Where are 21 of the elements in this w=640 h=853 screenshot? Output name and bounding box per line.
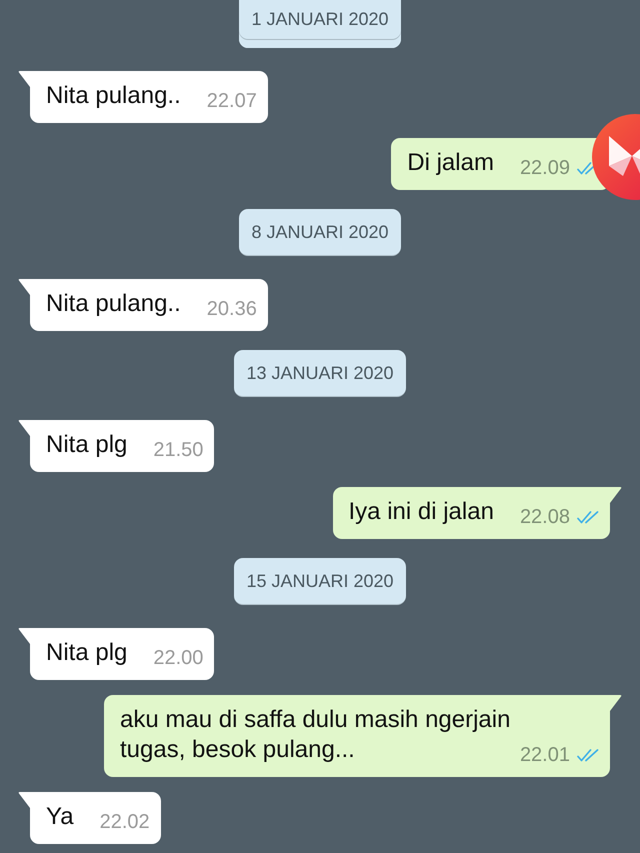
message-time: 22.07: [206, 90, 257, 112]
message-text: Iya ini di jalan: [348, 498, 494, 525]
message-time: 22.01: [520, 744, 570, 766]
message-text: Nita pulang..: [46, 82, 181, 109]
date-chip: 8 JANUARI 2020: [239, 209, 401, 256]
message-text: aku mau di saffa dulu masih ngerjain tugas, besok pulang...: [120, 706, 510, 763]
message-text: Ya: [46, 803, 74, 830]
date-chip: 13 JANUARI 2020: [234, 350, 406, 397]
message-time: 22.08: [520, 506, 570, 528]
message-text: Di jalam: [407, 149, 494, 176]
date-chip: 1 JANUARI 2020: [239, 0, 401, 48]
date-chip: 15 JANUARI 2020: [234, 558, 406, 605]
floating-bubble-icon[interactable]: [592, 114, 640, 200]
message-time: 22.00: [153, 647, 204, 669]
message-time: 21.50: [153, 439, 204, 461]
message-time: 22.09: [520, 157, 570, 179]
message-text: Nita pulang..: [46, 290, 181, 317]
message-text: Nita plg: [46, 431, 128, 458]
message-text: Nita plg: [46, 639, 128, 666]
message-time: 22.02: [100, 811, 150, 833]
message-time: 20.36: [206, 298, 257, 320]
